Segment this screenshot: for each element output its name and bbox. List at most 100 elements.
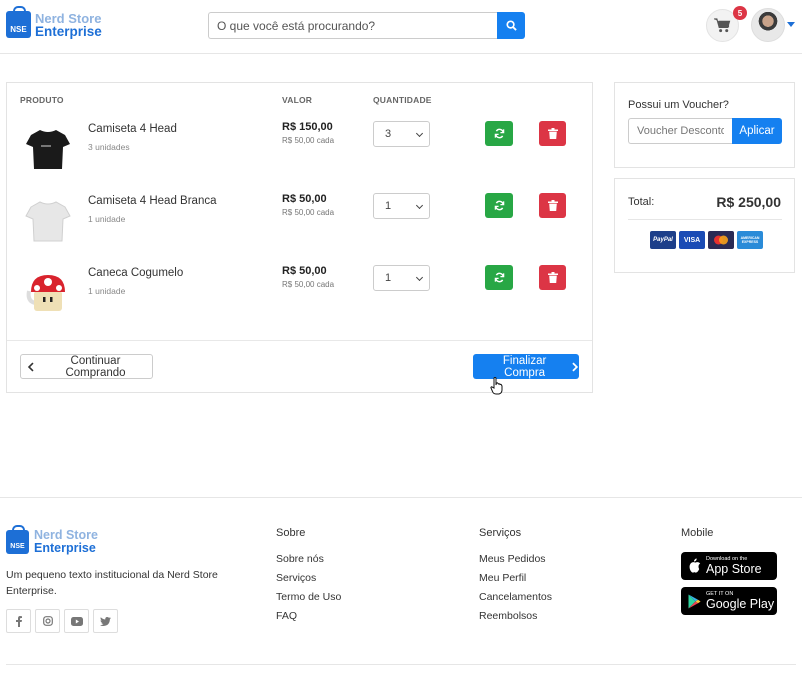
search-button[interactable] [497, 12, 525, 39]
cart-actions: Continuar Comprando Finalizar Compra [7, 340, 592, 392]
footer-mobile-column: Mobile [681, 527, 713, 553]
app-store-label: App Store [706, 562, 762, 576]
footer-description: Um pequeno texto institucional da Nerd S… [6, 569, 218, 597]
trash-icon [547, 128, 558, 139]
product-total-price: R$ 50,00 [282, 265, 327, 277]
product-name[interactable]: Camiseta 4 Head Branca [88, 195, 216, 207]
product-units: 3 unidades [88, 142, 130, 152]
chevron-down-icon[interactable] [787, 22, 795, 27]
trash-icon [547, 272, 558, 283]
mastercard-icon [708, 231, 734, 249]
footer-link-about[interactable]: Sobre nós [276, 553, 341, 566]
voucher-input[interactable] [628, 118, 732, 144]
facebook-icon[interactable] [6, 609, 31, 633]
footer-link-profile[interactable]: Meu Perfil [479, 572, 552, 585]
product-units: 1 unidade [88, 214, 126, 224]
footer-link-services[interactable]: Serviços [276, 572, 341, 585]
social-links [6, 609, 118, 633]
cart-item-row: Camiseta 4 Head Branca 1 unidade R$ 50,0… [7, 183, 592, 255]
product-total-price: R$ 50,00 [282, 193, 327, 205]
user-avatar[interactable] [751, 8, 785, 42]
total-value: R$ 250,00 [716, 194, 781, 210]
payment-methods: PayPal VISA AMERICAN EXPRESS [650, 231, 763, 249]
product-image-mushroom-mug [26, 275, 65, 311]
footer-services-column: Serviços Meus Pedidos Meu Perfil Cancela… [479, 527, 552, 629]
cart-item-row: Camiseta 4 Head 3 unidades R$ 150,00 R$ … [7, 111, 592, 183]
twitter-icon[interactable] [93, 609, 118, 633]
refresh-icon [494, 200, 504, 211]
footer-mobile-title: Mobile [681, 527, 714, 539]
shopping-bag-logo-icon: NSE [6, 525, 29, 554]
refresh-icon [494, 128, 504, 139]
apply-voucher-button[interactable]: Aplicar [732, 118, 782, 144]
product-image-black-tshirt [26, 130, 70, 169]
cart-item-row: Caneca Cogumelo 1 unidade R$ 50,00 R$ 50… [7, 255, 592, 327]
product-total-price: R$ 150,00 [282, 121, 333, 133]
refresh-icon [494, 272, 504, 283]
instagram-icon[interactable] [35, 609, 60, 633]
order-summary-card: Total: R$ 250,00 PayPal VISA AMERICAN EX… [614, 178, 795, 273]
chevron-right-icon [572, 361, 579, 372]
cart-table-card: PRODUTO VALOR QUANTIDADE Camiseta 4 Head… [6, 82, 593, 393]
update-item-button[interactable] [485, 121, 513, 146]
cart-count-badge: 5 [733, 6, 747, 20]
footer-bottom-divider [6, 664, 796, 665]
brand-logo[interactable]: NSE Nerd Store Enterprise [6, 6, 102, 39]
voucher-title: Possui um Voucher? [628, 99, 729, 111]
google-play-badge[interactable]: GET IT ON Google Play [681, 587, 777, 615]
shopping-cart-icon [714, 18, 731, 33]
continue-shopping-label: Continuar Comprando [65, 354, 126, 379]
trash-icon [547, 200, 558, 211]
product-name[interactable]: Caneca Cogumelo [88, 267, 183, 279]
youtube-icon[interactable] [64, 609, 89, 633]
voucher-card: Possui um Voucher? Aplicar [614, 82, 795, 168]
footer-services-title: Serviços [479, 527, 522, 539]
visa-icon: VISA [679, 231, 705, 249]
quantity-select[interactable]: 1 [373, 193, 430, 219]
footer-link-terms[interactable]: Termo de Uso [276, 591, 341, 604]
quantity-select[interactable]: 1 [373, 265, 430, 291]
product-image-white-tshirt [25, 201, 71, 242]
quantity-select[interactable]: 3 [373, 121, 430, 147]
footer-divider [0, 497, 802, 498]
remove-item-button[interactable] [539, 265, 566, 290]
paypal-icon: PayPal [650, 231, 676, 249]
product-unit-price: R$ 50,00 cada [282, 208, 335, 217]
footer-link-orders[interactable]: Meus Pedidos [479, 553, 552, 566]
hand-cursor-icon [490, 377, 503, 395]
checkout-button[interactable]: Finalizar Compra [473, 354, 579, 379]
chevron-left-icon [27, 361, 34, 372]
footer-link-refunds[interactable]: Reembolsos [479, 610, 552, 623]
continue-shopping-button[interactable]: Continuar Comprando [20, 354, 153, 379]
google-play-icon [688, 594, 701, 608]
divider [628, 219, 782, 220]
logo-line2: Enterprise [34, 541, 96, 555]
footer-link-cancellations[interactable]: Cancelamentos [479, 591, 552, 604]
footer-brand-logo[interactable]: NSE Nerd Store Enterprise [6, 525, 98, 555]
search-input[interactable] [208, 12, 497, 39]
app-store-badge[interactable]: Download on the App Store [681, 552, 777, 580]
total-label: Total: [628, 196, 655, 208]
column-header-quantity: QUANTIDADE [373, 95, 432, 105]
shopping-bag-logo-icon: NSE [6, 6, 31, 38]
product-unit-price: R$ 50,00 cada [282, 136, 335, 145]
logo-line2: Enterprise [35, 23, 102, 39]
product-name[interactable]: Camiseta 4 Head [88, 123, 177, 135]
column-header-product: PRODUTO [20, 95, 64, 105]
remove-item-button[interactable] [539, 121, 566, 146]
update-item-button[interactable] [485, 193, 513, 218]
top-navbar: NSE Nerd Store Enterprise 5 [0, 0, 802, 54]
product-units: 1 unidade [88, 286, 126, 296]
footer-link-faq[interactable]: FAQ [276, 610, 341, 623]
logo-line1: Nerd Store [35, 10, 102, 26]
update-item-button[interactable] [485, 265, 513, 290]
remove-item-button[interactable] [539, 193, 566, 218]
google-play-label: Google Play [706, 597, 775, 611]
apple-icon [689, 558, 701, 573]
search-icon [505, 20, 517, 31]
checkout-label: Finalizar Compra [502, 354, 547, 379]
amex-icon: AMERICAN EXPRESS [737, 231, 763, 249]
footer-about-column: Sobre Sobre nós Serviços Termo de Uso FA… [276, 527, 341, 629]
search-bar [208, 12, 525, 39]
footer-about-title: Sobre [276, 527, 306, 539]
